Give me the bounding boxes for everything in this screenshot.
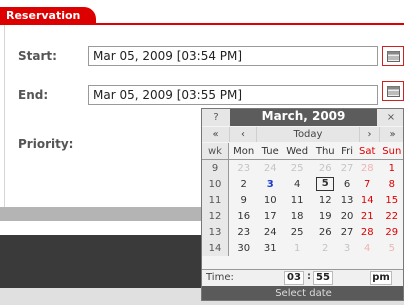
weekday-header: Thu <box>312 143 339 160</box>
calendar-day[interactable]: 27 <box>338 224 356 240</box>
calendar-day[interactable]: 5 <box>379 240 403 256</box>
end-date-input[interactable]: Mar 05, 2009 [03:55 PM] <box>88 85 378 105</box>
calendar-week-row: 13 23 24 25 26 27 28 29 <box>202 224 403 240</box>
calendar-day[interactable]: 6 <box>338 176 356 192</box>
week-number: 10 <box>202 176 229 192</box>
calendar-grid: wk Mon Tue Wed Thu Fri Sat Sun 9 23 24 25 26… <box>202 143 403 256</box>
calendar-week-row: 9 23 24 25 26 27 28 1 <box>202 159 403 177</box>
priority-label: Priority: <box>18 137 74 151</box>
calendar-day[interactable]: 22 <box>379 208 403 224</box>
calendar-status-bar: Select date <box>202 286 403 300</box>
calendar-day[interactable]: 5 <box>312 176 338 192</box>
calendar-day[interactable]: 16 <box>229 208 259 224</box>
next-year-button[interactable]: » <box>380 127 403 142</box>
weekday-header: Tue <box>258 143 283 160</box>
week-number: 13 <box>202 224 229 240</box>
calendar-day[interactable]: 21 <box>356 208 379 224</box>
time-separator: : <box>307 271 311 282</box>
weekday-header-row: wk Mon Tue Wed Thu Fri Sat Sun <box>202 143 403 160</box>
weekday-header: Mon <box>228 143 259 160</box>
calendar-day[interactable]: 27 <box>338 160 356 177</box>
weekday-header: Sun <box>378 143 403 160</box>
minute-field[interactable]: 55 <box>313 271 333 285</box>
calendar-day[interactable]: 31 <box>258 240 282 256</box>
calendar-day[interactable]: 4 <box>356 240 379 256</box>
calendar-day[interactable]: 1 <box>379 160 403 177</box>
calendar-day[interactable]: 10 <box>258 192 282 208</box>
calendar-day[interactable]: 26 <box>312 160 338 177</box>
prev-year-button[interactable]: « <box>202 127 230 142</box>
calendar-day[interactable]: 25 <box>282 160 312 177</box>
calendar-day[interactable]: 2 <box>312 240 338 256</box>
calendar-day[interactable]: 26 <box>312 224 338 240</box>
calendar-day[interactable]: 17 <box>258 208 282 224</box>
calendar-day[interactable]: 3 <box>258 176 282 192</box>
calendar-day[interactable]: 19 <box>312 208 338 224</box>
end-label: End: <box>18 88 49 102</box>
calendar-week-row: 10 2 3 4 5 6 7 8 <box>202 176 403 192</box>
start-calendar-button[interactable] <box>382 46 404 66</box>
calendar-day[interactable]: 24 <box>258 224 282 240</box>
start-label: Start: <box>18 49 57 63</box>
calendar-day[interactable]: 7 <box>356 176 379 192</box>
weekday-header: Wed <box>282 143 313 160</box>
calendar-day[interactable]: 30 <box>229 240 259 256</box>
calendar-week-row: 12 16 17 18 19 20 21 22 <box>202 208 403 224</box>
hour-field[interactable]: 03 <box>284 271 304 285</box>
calendar-day[interactable]: 28 <box>356 224 379 240</box>
calendar-day[interactable]: 23 <box>229 160 259 177</box>
calendar-day[interactable]: 9 <box>229 192 259 208</box>
weekday-header: Fri <box>338 143 356 160</box>
next-month-button[interactable]: › <box>360 127 380 142</box>
time-label: Time: <box>206 272 234 283</box>
calendar-day[interactable]: 4 <box>282 176 312 192</box>
weekday-header: Sat <box>355 143 379 160</box>
start-date-input[interactable]: Mar 05, 2009 [03:54 PM] <box>88 46 378 66</box>
calendar-day[interactable]: 28 <box>356 160 379 177</box>
week-number: 9 <box>202 159 229 176</box>
calendar-day[interactable]: 2 <box>229 176 259 192</box>
time-row: Time: 03 : 55 pm <box>202 269 403 287</box>
week-number: 12 <box>202 208 229 224</box>
calendar-day[interactable]: 13 <box>338 192 356 208</box>
calendar-day[interactable]: 29 <box>379 224 403 240</box>
calendar-day[interactable]: 20 <box>338 208 356 224</box>
calendar-day[interactable]: 8 <box>379 176 403 192</box>
calendar-close-button[interactable]: × <box>377 109 403 126</box>
calendar-day[interactable]: 1 <box>282 240 312 256</box>
calendar-day[interactable]: 25 <box>282 224 312 240</box>
selected-day[interactable]: 5 <box>316 177 335 191</box>
calendar-day[interactable]: 15 <box>379 192 403 208</box>
calendar-day[interactable]: 11 <box>282 192 312 208</box>
calendar-day[interactable]: 3 <box>338 240 356 256</box>
prev-month-button[interactable]: ‹ <box>230 127 257 142</box>
calendar-day[interactable]: 14 <box>356 192 379 208</box>
calendar-week-row: 11 9 10 11 12 13 14 15 <box>202 192 403 208</box>
end-calendar-button[interactable] <box>382 81 404 101</box>
weekday-header: wk <box>202 143 229 160</box>
calendar-day[interactable]: 23 <box>229 224 259 240</box>
week-number: 14 <box>202 240 229 256</box>
calendar-day[interactable]: 12 <box>312 192 338 208</box>
calendar-popup: ? March, 2009 × « ‹ Today › » wk Mon Tue… <box>201 108 404 301</box>
calendar-icon <box>387 51 400 62</box>
calendar-week-row: 14 30 31 1 2 3 4 5 <box>202 240 403 256</box>
calendar-help-button[interactable]: ? <box>202 109 230 126</box>
calendar-day[interactable]: 18 <box>282 208 312 224</box>
calendar-month-title[interactable]: March, 2009 <box>230 109 377 126</box>
calendar-icon <box>387 86 400 97</box>
tab-reservation[interactable]: Reservation <box>0 7 96 24</box>
ampm-field[interactable]: pm <box>370 271 392 285</box>
week-number: 11 <box>202 192 229 208</box>
calendar-day[interactable]: 24 <box>258 160 282 177</box>
today-button[interactable]: Today <box>257 127 360 142</box>
